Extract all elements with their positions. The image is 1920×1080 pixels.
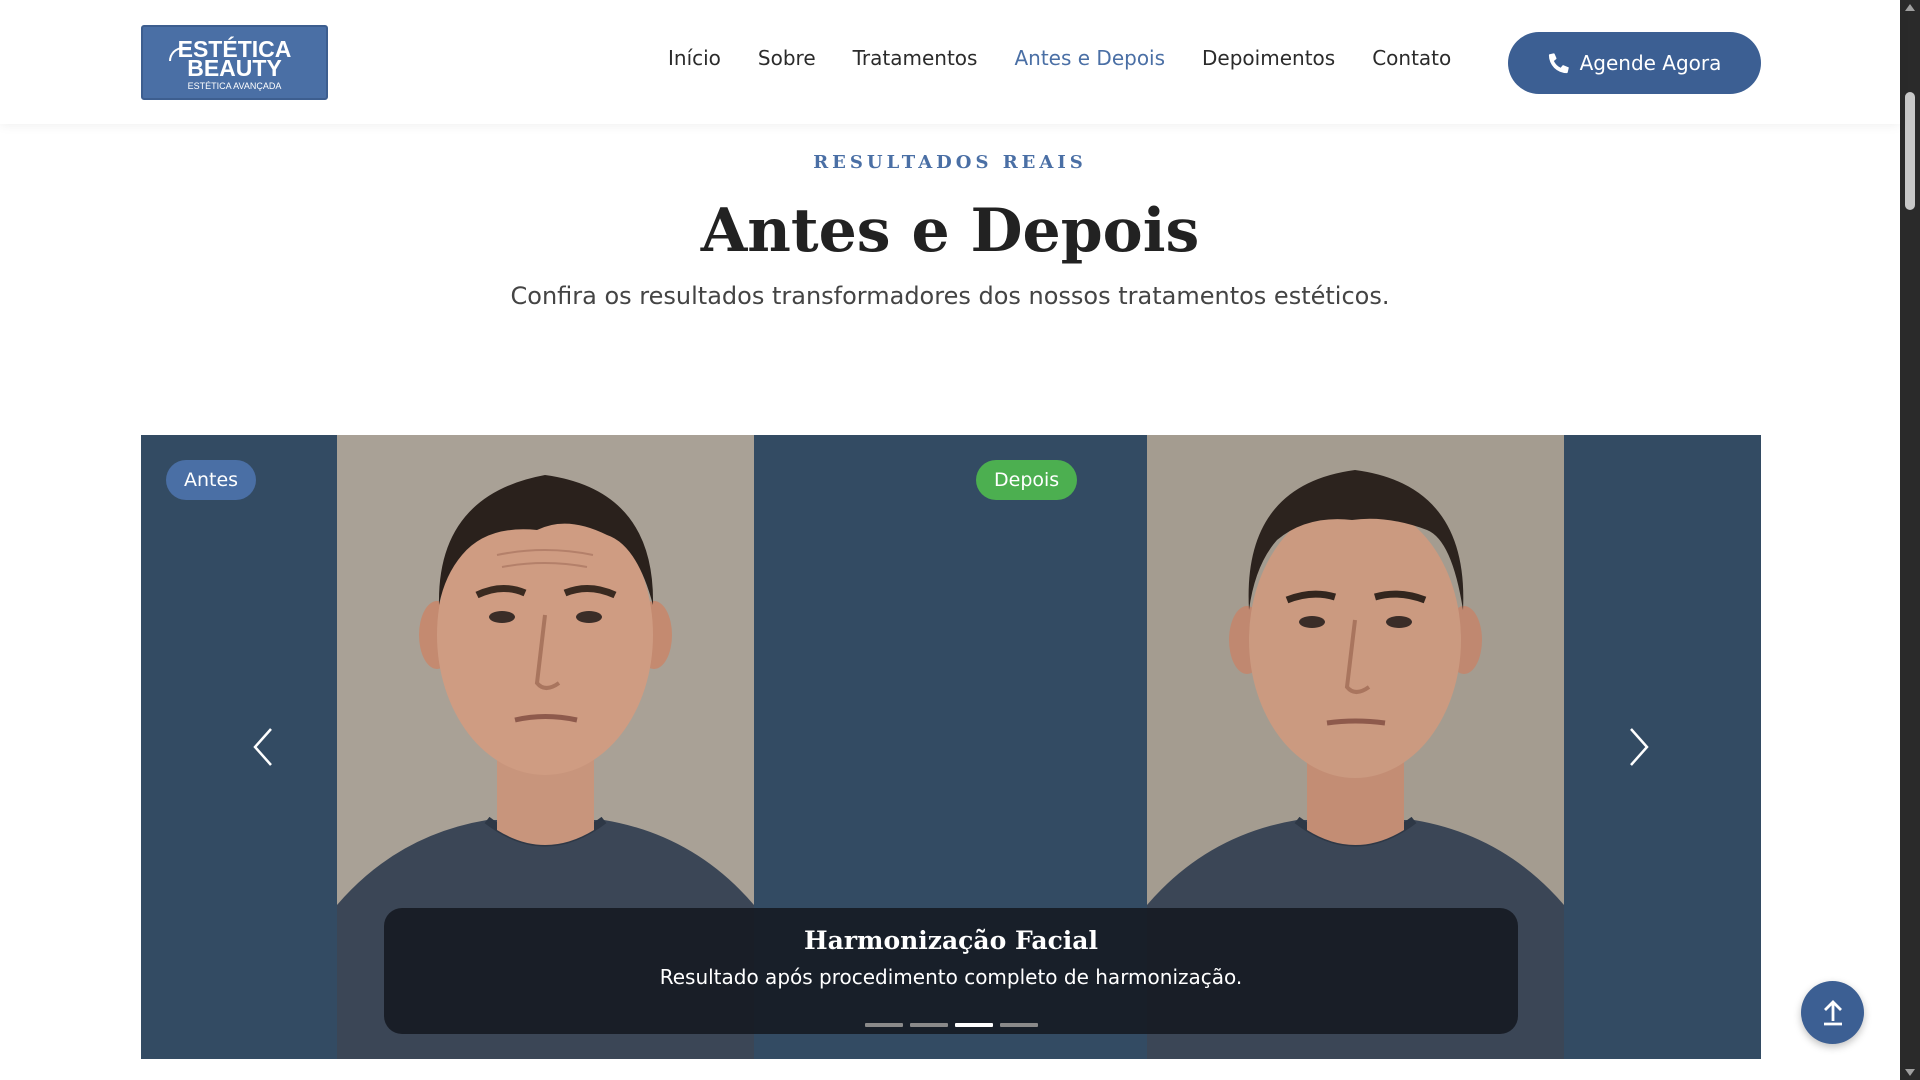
schedule-button-label: Agende Agora: [1579, 51, 1722, 75]
carousel-indicators: [141, 1023, 1761, 1027]
section-eyebrow: RESULTADOS REAIS: [813, 152, 1087, 173]
caption-text: Resultado após procedimento completo de …: [659, 965, 1243, 989]
carousel-indicator-3[interactable]: [954, 1023, 993, 1027]
nav-link-contato[interactable]: Contato: [1372, 46, 1451, 70]
schedule-button[interactable]: Agende Agora: [1508, 32, 1761, 94]
carousel-indicator-1[interactable]: [864, 1023, 903, 1027]
caption-title: Harmonização Facial: [804, 926, 1098, 955]
carousel-prev-button[interactable]: [241, 725, 285, 769]
slide-caption: Harmonização Facial Resultado após proce…: [384, 908, 1518, 1034]
nav-link-antes-e-depois[interactable]: Antes e Depois: [1014, 46, 1165, 70]
back-to-top-button[interactable]: [1801, 981, 1864, 1044]
chevron-right-icon: [1630, 728, 1649, 766]
brand-line2: BEAUTY: [187, 55, 282, 81]
before-badge: Antes: [166, 460, 257, 500]
nav-link-sobre[interactable]: Sobre: [758, 46, 816, 70]
carousel-indicator-2[interactable]: [909, 1023, 948, 1027]
nav-link-depoimentos[interactable]: Depoimentos: [1202, 46, 1335, 70]
after-badge: Depois: [976, 460, 1078, 500]
section-subtitle: Confira os resultados transformadores do…: [510, 282, 1390, 310]
before-after-carousel: Antes Depois Harmonização Facial Resulta…: [141, 435, 1761, 1059]
carousel-next-button[interactable]: [1617, 725, 1661, 769]
carousel-indicator-4[interactable]: [999, 1023, 1038, 1027]
main-nav: Início Sobre Tratamentos Antes e Depois …: [668, 46, 1488, 70]
chevron-left-icon: [253, 728, 272, 766]
arrow-up-icon: [1823, 999, 1842, 1025]
section-title: Antes e Depois: [700, 196, 1200, 266]
scroll-up-arrow-icon[interactable]: [1905, 4, 1915, 11]
page-scrollbar[interactable]: [1900, 0, 1920, 1080]
site-header: ESTÉTICA BEAUTY ESTÉTICA AVANÇADA Início…: [0, 0, 1900, 124]
nav-link-tratamentos[interactable]: Tratamentos: [853, 46, 978, 70]
nav-link-inicio[interactable]: Início: [668, 46, 721, 70]
brand-tagline: ESTÉTICA AVANÇADA: [187, 81, 282, 91]
scroll-down-arrow-icon[interactable]: [1905, 1069, 1915, 1076]
scroll-thumb[interactable]: [1905, 92, 1915, 210]
brand-logo[interactable]: ESTÉTICA BEAUTY ESTÉTICA AVANÇADA: [141, 25, 328, 100]
phone-icon: [1548, 53, 1569, 74]
